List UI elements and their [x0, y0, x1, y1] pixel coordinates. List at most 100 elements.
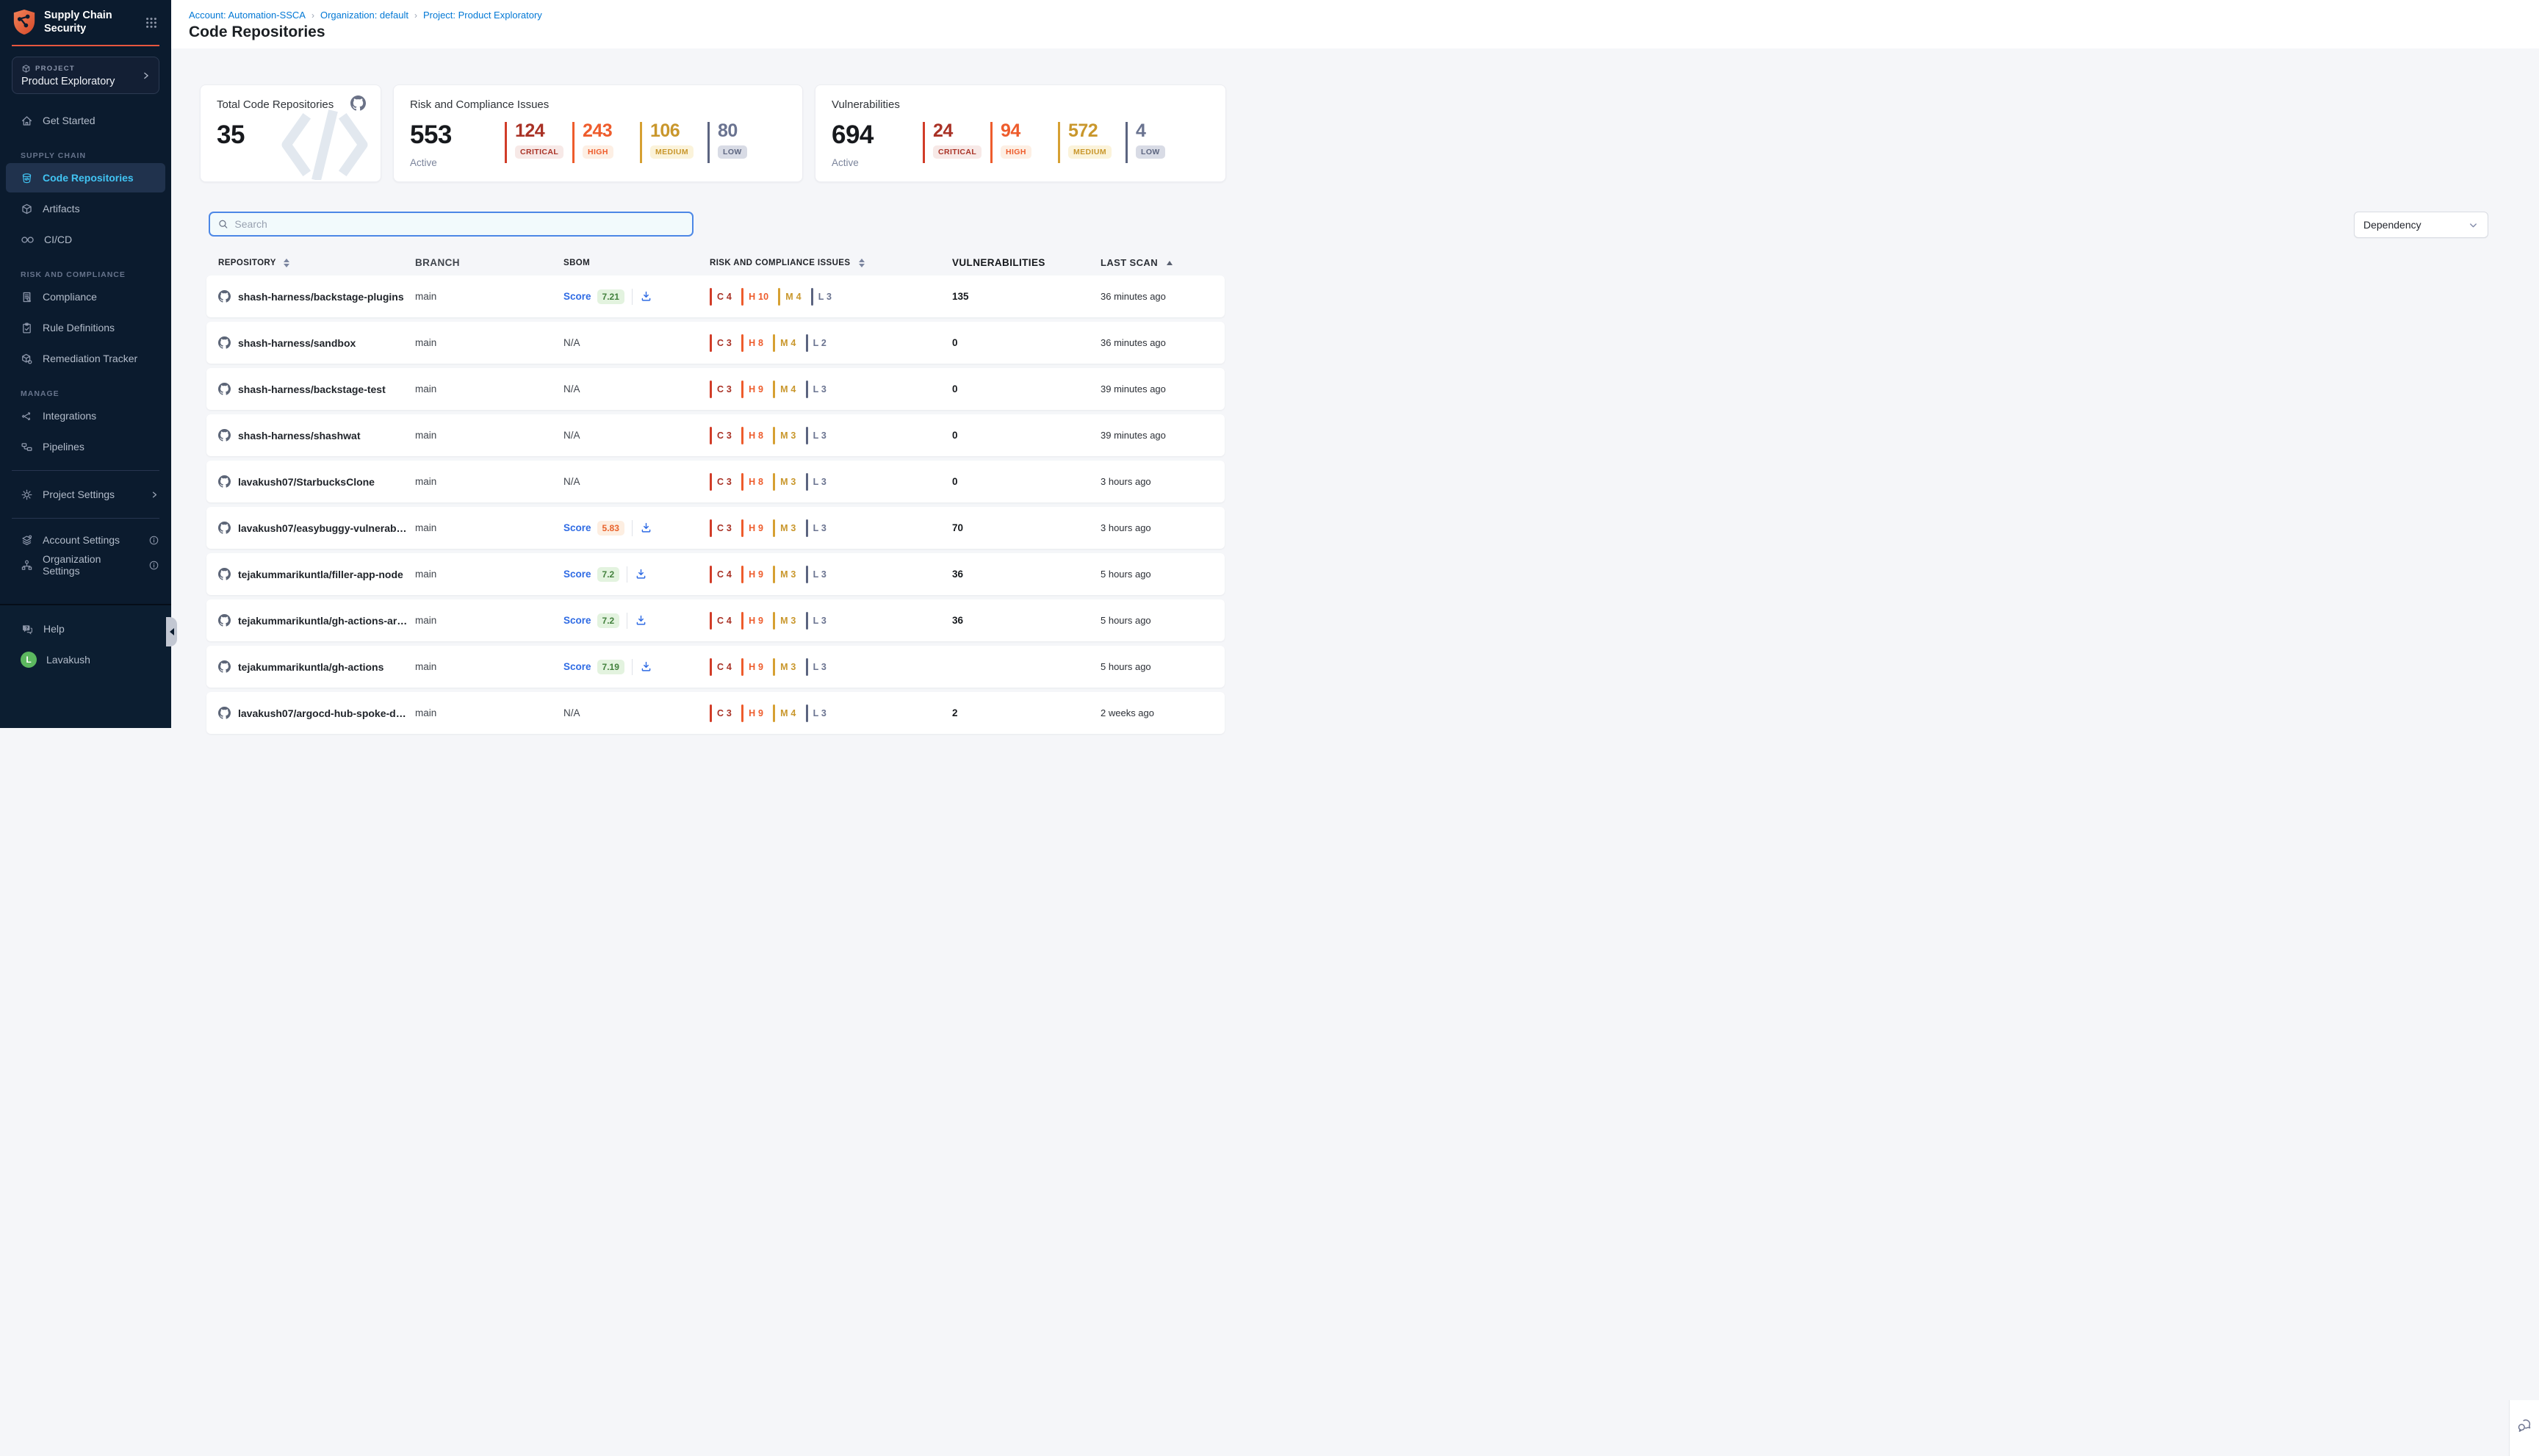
- download-sbom-icon[interactable]: [640, 522, 652, 534]
- risk-cell: C 4 H 9 M 3 L 3: [710, 658, 952, 676]
- github-icon: [218, 614, 231, 627]
- sbom-score-link[interactable]: Score: [563, 522, 591, 533]
- download-sbom-icon[interactable]: [640, 660, 652, 673]
- sidebar-item-pipelines[interactable]: Pipelines: [6, 432, 165, 461]
- branch-cell: main: [415, 707, 563, 718]
- repo-name: tejakummarikuntla/filler-app-node: [238, 569, 411, 580]
- header-risk[interactable]: RISK AND COMPLIANCE ISSUES: [710, 259, 952, 267]
- apps-grid-icon[interactable]: [145, 16, 158, 29]
- sbom-score-link[interactable]: Score: [563, 569, 591, 580]
- sidebar-collapse-handle[interactable]: [166, 617, 177, 646]
- download-sbom-icon[interactable]: [635, 614, 647, 627]
- user-name: Lavakush: [46, 654, 90, 666]
- active-label: Active: [410, 157, 437, 168]
- divider: [12, 518, 159, 519]
- low-stat: 80LOW: [707, 122, 766, 163]
- search-icon: [217, 218, 228, 230]
- last-scan-cell: 5 hours ago: [1101, 661, 1213, 672]
- brand-accent-rule: [12, 45, 159, 46]
- sbom-score-link[interactable]: Score: [563, 291, 591, 302]
- last-scan-cell: 39 minutes ago: [1101, 383, 1213, 394]
- table-row[interactable]: shash-harness/sandbox main N/A C 3 H 8 M…: [206, 322, 1225, 364]
- search-box: [209, 212, 694, 237]
- info-icon[interactable]: [148, 535, 159, 546]
- sidebar-item-account-settings[interactable]: Account Settings: [6, 527, 165, 552]
- active-label: Active: [832, 157, 859, 168]
- table-row[interactable]: tejakummarikuntla/gh-actions-artifacts m…: [206, 599, 1225, 641]
- download-sbom-icon[interactable]: [640, 290, 652, 303]
- card-title: Risk and Compliance Issues: [410, 98, 549, 111]
- home-icon: [21, 115, 33, 127]
- table-row[interactable]: tejakummarikuntla/filler-app-node main S…: [206, 553, 1225, 595]
- sbom-score-link[interactable]: Score: [563, 661, 591, 672]
- vulnerabilities-card: Vulnerabilities 694 Active 24CRITICAL 94…: [815, 84, 1226, 182]
- sbom-na: N/A: [563, 707, 580, 718]
- header-last-scan[interactable]: LAST SCAN: [1101, 257, 1213, 268]
- github-icon: [218, 290, 231, 303]
- vulnerabilities-cell: 36: [952, 569, 1101, 580]
- total-repos-value: 35: [217, 120, 245, 150]
- table-row[interactable]: tejakummarikuntla/gh-actions main Score7…: [206, 646, 1225, 688]
- sidebar-item-get-started[interactable]: Get Started: [6, 106, 165, 135]
- sbom-score-link[interactable]: Score: [563, 615, 591, 626]
- branch-cell: main: [415, 383, 563, 394]
- severity-badge: HIGH: [583, 145, 613, 159]
- vulnerabilities-cell: 0: [952, 476, 1101, 487]
- user-menu[interactable]: L Lavakush: [6, 645, 165, 674]
- table-row[interactable]: shash-harness/backstage-plugins main Sco…: [206, 275, 1225, 317]
- sbom-score-badge: 7.2: [597, 613, 620, 628]
- clipboard-check-icon: [21, 322, 33, 334]
- chat-widget-dock[interactable]: [2509, 1400, 2539, 1456]
- last-scan-cell: 36 minutes ago: [1101, 291, 1213, 302]
- table-row[interactable]: shash-harness/shashwat main N/A C 3 H 8 …: [206, 414, 1225, 456]
- risk-severity-breakdown: 124CRITICAL 243HIGH 106MEDIUM 80LOW: [505, 122, 775, 163]
- repo-name: lavakush07/StarbucksClone: [238, 476, 382, 488]
- project-cube-icon: [21, 64, 31, 73]
- sidebar-item-cicd[interactable]: CI/CD: [6, 225, 165, 254]
- branch-cell: main: [415, 476, 563, 487]
- sidebar-item-organization-settings[interactable]: Organization Settings: [6, 552, 165, 577]
- breadcrumb-project-link[interactable]: Project: Product Exploratory: [423, 10, 542, 21]
- table-row[interactable]: lavakush07/easybuggy-vulnerable-app... m…: [206, 507, 1225, 549]
- severity-badge: MEDIUM: [650, 145, 694, 159]
- sidebar-item-help[interactable]: ? Help: [6, 614, 165, 644]
- repo-name: shash-harness/sandbox: [238, 337, 363, 349]
- vulns-severity-breakdown: 24CRITICAL 94HIGH 572MEDIUM 4LOW: [923, 122, 1193, 163]
- project-selector[interactable]: PROJECT Product Exploratory: [12, 57, 159, 94]
- section-risk-and-compliance: RISK AND COMPLIANCE: [21, 270, 171, 279]
- supply-chain-security-logo-icon: [12, 8, 37, 36]
- sidebar-item-code-repositories[interactable]: Code Repositories: [6, 163, 165, 192]
- download-sbom-icon[interactable]: [635, 568, 647, 580]
- sidebar-item-remediation-tracker[interactable]: Remediation Tracker: [6, 344, 165, 373]
- search-input[interactable]: [234, 218, 685, 230]
- severity-badge: CRITICAL: [515, 145, 563, 159]
- table-row[interactable]: lavakush07/argocd-hub-spoke-demo main N/…: [206, 692, 1225, 734]
- breadcrumb-separator: ›: [414, 10, 417, 21]
- last-scan-cell: 3 hours ago: [1101, 476, 1213, 487]
- table-row[interactable]: shash-harness/backstage-test main N/A C …: [206, 368, 1225, 410]
- sbom-type-dropdown[interactable]: Dependency: [2354, 212, 2488, 238]
- sbom-na: N/A: [563, 337, 580, 348]
- repo-name: lavakush07/easybuggy-vulnerable-app...: [238, 522, 415, 534]
- sidebar-item-rule-definitions[interactable]: Rule Definitions: [6, 313, 165, 342]
- severity-badge: MEDIUM: [1068, 145, 1112, 159]
- sidebar-item-project-settings[interactable]: Project Settings: [6, 480, 165, 509]
- chevron-right-icon: [150, 490, 159, 500]
- sbom-score-badge: 7.21: [597, 289, 624, 304]
- breadcrumb: Account: Automation-SSCA › Organization:…: [189, 10, 2539, 21]
- main-content: Account: Automation-SSCA › Organization:…: [171, 0, 2539, 1456]
- sidebar-item-compliance[interactable]: Compliance: [6, 282, 165, 311]
- svg-text:?: ?: [25, 626, 28, 631]
- sort-icon: [859, 259, 865, 267]
- repo-table: shash-harness/backstage-plugins main Sco…: [206, 275, 1225, 734]
- sidebar-item-integrations[interactable]: Integrations: [6, 401, 165, 430]
- header-repository[interactable]: REPOSITORY: [218, 259, 415, 267]
- breadcrumb-account-link[interactable]: Account: Automation-SSCA: [189, 10, 306, 21]
- breadcrumb-organization-link[interactable]: Organization: default: [320, 10, 408, 21]
- branch-cell: main: [415, 291, 563, 302]
- sbom-score-badge: 7.2: [597, 567, 620, 582]
- repo-name: shash-harness/backstage-test: [238, 383, 393, 395]
- sidebar-item-artifacts[interactable]: Artifacts: [6, 194, 165, 223]
- table-row[interactable]: lavakush07/StarbucksClone main N/A C 3 H…: [206, 461, 1225, 502]
- info-icon[interactable]: [148, 560, 159, 571]
